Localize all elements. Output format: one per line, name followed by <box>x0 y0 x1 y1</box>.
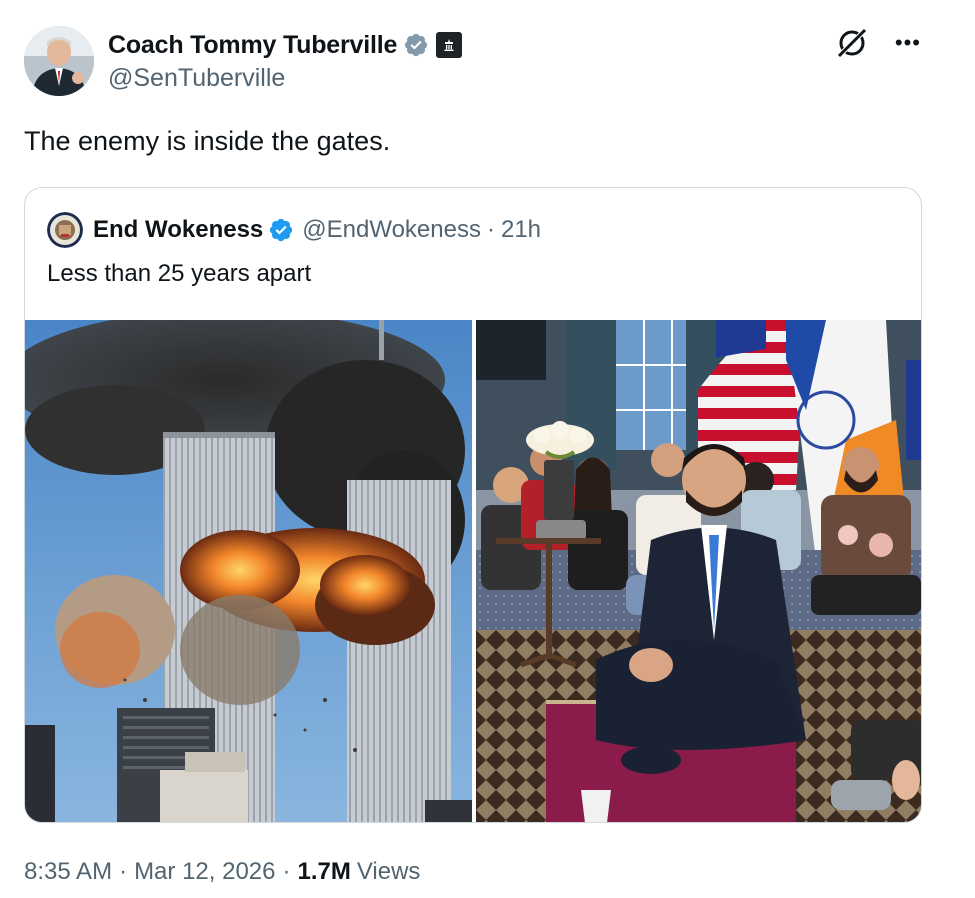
views-label: Views <box>356 858 421 885</box>
separator-dot: · <box>486 216 495 243</box>
verified-badge-icon <box>270 218 293 242</box>
tweet-text: The enemy is inside the gates. <box>24 126 391 156</box>
quoted-media-grid <box>25 320 921 822</box>
author-display-name[interactable]: Coach Tommy Tuberville <box>108 31 397 60</box>
author-avatar[interactable] <box>24 26 94 96</box>
separator-dot: · <box>119 858 128 885</box>
tweet-date[interactable]: Mar 12, 2026 <box>134 858 275 886</box>
quoted-tweet-card[interactable]: End Wokeness @EndWokeness · 21h Less tha… <box>24 187 922 823</box>
verified-badge-icon <box>405 33 428 57</box>
media-image-left[interactable] <box>25 320 472 822</box>
quoted-display-name[interactable]: End Wokeness <box>93 216 263 244</box>
separator-dot: · <box>282 858 291 885</box>
government-building-icon <box>436 32 463 58</box>
media-image-right[interactable] <box>476 320 921 822</box>
quoted-avatar[interactable] <box>47 212 83 248</box>
author-handle[interactable]: @SenTuberville <box>108 64 285 93</box>
more-icon[interactable]: ••• <box>895 32 921 54</box>
grok-icon[interactable] <box>835 26 869 60</box>
tweet-meta: 8:35 AM · Mar 12, 2026 · 1.7M Views <box>24 858 420 886</box>
tweet-time[interactable]: 8:35 AM <box>24 858 112 886</box>
quoted-handle[interactable]: @EndWokeness <box>302 216 481 244</box>
quoted-timestamp[interactable]: 21h <box>501 216 541 244</box>
views-count: 1.7M <box>297 858 351 885</box>
quoted-tweet-text: Less than 25 years apart <box>47 260 312 287</box>
